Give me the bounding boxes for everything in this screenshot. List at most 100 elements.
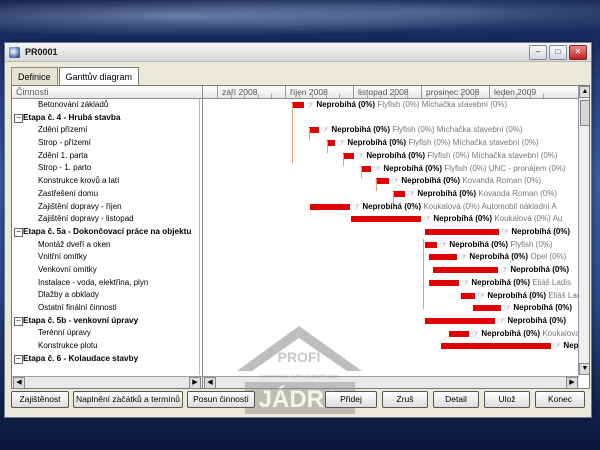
- naplneni-button[interactable]: Naplnění začátků a termínů: [73, 391, 183, 408]
- activity-group-row[interactable]: − Etapa č. 4 - Hrubá stavba: [12, 112, 202, 125]
- maximize-icon[interactable]: □: [549, 45, 567, 60]
- gantt-row[interactable]: ☞ Neprobíhá (0%) Koukalová (0%) Automobi…: [203, 201, 581, 214]
- dependency-line: [327, 141, 328, 153]
- activity-row[interactable]: Zastřešení domu: [12, 188, 202, 201]
- activity-group-row[interactable]: − Etapa č. 5a - Dokončovací práce na obje…: [12, 226, 202, 239]
- activity-row[interactable]: Konstrukce plotu: [12, 340, 202, 353]
- gantt-bar[interactable]: [461, 292, 475, 299]
- activity-row[interactable]: Dlažby a obklady: [12, 289, 202, 302]
- detail-button[interactable]: Detail: [433, 391, 479, 408]
- gantt-bar[interactable]: [292, 102, 304, 108]
- activity-column-header[interactable]: Činnosti: [12, 86, 202, 99]
- gantt-bar[interactable]: [361, 165, 371, 172]
- activity-row[interactable]: Konstrukce krovů a latí: [12, 175, 202, 188]
- gantt-row[interactable]: ☞ Neprobíhá (0%) Koukalová (0%) Au: [203, 213, 581, 226]
- gantt-horizontal-scrollbar[interactable]: ◀ ▶: [203, 376, 579, 388]
- timeline-header: září 2008 říjen 2008 listopad 2008 prosinec…: [203, 86, 589, 99]
- gantt-bar[interactable]: [327, 140, 335, 147]
- gantt-row[interactable]: ☞ Neprobíhá (0%) Eliáš Ladis: [203, 277, 581, 290]
- tab-definice[interactable]: Definice: [11, 67, 58, 86]
- gantt-row[interactable]: ☞ Neprobíhá (0%) Flyfish (0%): [203, 239, 581, 252]
- activity-row[interactable]: Ostatní finální činnosti: [12, 302, 202, 315]
- gantt-bar[interactable]: [351, 216, 421, 223]
- gantt-scroll-right-icon[interactable]: ▶: [566, 377, 578, 388]
- gantt-row[interactable]: ☞ Neprobíhá (0%): [203, 315, 581, 328]
- dependency-line: [292, 103, 293, 163]
- activity-row[interactable]: Montáž dveří a oken: [12, 239, 202, 252]
- minimize-icon[interactable]: –: [529, 45, 547, 60]
- gantt-row[interactable]: [203, 112, 581, 125]
- collapse-icon[interactable]: −: [14, 227, 23, 237]
- list-horizontal-scrollbar[interactable]: ◀ ▶: [12, 376, 202, 389]
- activity-row[interactable]: Zajištění dopravy - listopad: [12, 213, 202, 226]
- gantt-row[interactable]: ☞ Neprobíhá (0%) Kovanda Roman (0%): [203, 175, 581, 188]
- activity-row[interactable]: Betonování základů: [12, 99, 202, 112]
- activity-row[interactable]: Strop - přízemí: [12, 137, 202, 150]
- gantt-row[interactable]: ☞ Neprobíhá (0%) Flyfish (0%) Míchačka s…: [203, 137, 581, 150]
- scroll-down-icon[interactable]: ▼: [579, 363, 589, 375]
- gantt-row[interactable]: ☞ Neprobíhá (0%): [203, 264, 581, 277]
- activity-list: Činnosti Betonování základů − Etapa č. 4 -…: [12, 86, 203, 389]
- activity-label: Konstrukce plotu: [38, 341, 98, 351]
- activity-row[interactable]: Zdění přízemí: [12, 124, 202, 137]
- dependency-line: [393, 192, 394, 204]
- gantt-bar[interactable]: [433, 267, 498, 274]
- gantt-row[interactable]: ☞ Neprobíhá (0%) Koukalova: [203, 328, 581, 341]
- zajistenost-button[interactable]: Zajištěnost: [11, 391, 69, 408]
- gantt-bar[interactable]: [429, 279, 459, 286]
- collapse-icon[interactable]: −: [14, 316, 23, 326]
- activity-row[interactable]: Zajištění dopravy - říjen: [12, 201, 202, 214]
- close-icon[interactable]: ✕: [569, 45, 587, 60]
- activity-row[interactable]: Strop - 1. parto: [12, 162, 202, 175]
- activity-row[interactable]: Instalace - voda, elektřina, plyn: [12, 277, 202, 290]
- gantt-vertical-scrollbar[interactable]: ▲ ▼: [578, 86, 589, 375]
- pridej-button[interactable]: Přidej: [325, 391, 377, 408]
- activity-group-row[interactable]: − Etapa č. 5b - venkovní úpravy: [12, 315, 202, 328]
- konec-button[interactable]: Konec: [535, 391, 585, 408]
- gantt-bar[interactable]: [393, 190, 405, 197]
- gantt-row[interactable]: ☞ Neprobíhá (0%): [203, 226, 581, 239]
- gantt-row[interactable]: ☞ Neprobíhá (0%) Opel (0%): [203, 251, 581, 264]
- activity-group-row[interactable]: − Etapa č. 6 - Kolaudace stavby: [12, 353, 202, 366]
- gantt-row[interactable]: ☞ Neprobíhá (0%) Flyfish (0%) Míchačka s…: [203, 124, 581, 137]
- gantt-row[interactable]: ☞ Neprobíhá (0%) Flyfish (0%) UNC - pron…: [203, 163, 581, 176]
- gantt-row[interactable]: ☞ Neprobíhá (0%): [203, 340, 581, 353]
- gantt-bar[interactable]: [425, 241, 437, 248]
- gantt-bar[interactable]: [449, 330, 469, 337]
- gantt-row[interactable]: ☞ Neprobíhá (0%) Kovanda Roman (0%): [203, 188, 581, 201]
- action-bar: Zajištěnost Naplnění začátků a termínů P…: [11, 391, 588, 411]
- activity-label: Etapa č. 5b - venkovní úpravy: [23, 315, 139, 325]
- dependency-line: [376, 179, 377, 191]
- gantt-row[interactable]: ☞ Neprobíhá (0%) Flyfish (0%) Míchačka s…: [203, 150, 581, 163]
- gantt-bar[interactable]: [473, 305, 501, 312]
- gantt-bar[interactable]: [425, 229, 499, 235]
- activity-row[interactable]: Vnitřní omítky: [12, 251, 202, 264]
- activity-row[interactable]: Terénní úpravy: [12, 327, 202, 340]
- gantt-scroll-left-icon[interactable]: ◀: [204, 377, 216, 388]
- dependency-line: [423, 239, 424, 309]
- scroll-left-icon[interactable]: ◀: [13, 377, 25, 389]
- gantt-bar[interactable]: [441, 343, 551, 350]
- activity-row[interactable]: Venkovní omítky: [12, 264, 202, 277]
- title-bar[interactable]: PR0001 – □ ✕: [5, 43, 591, 62]
- gantt-bar[interactable]: [343, 152, 354, 159]
- task-status: Neprobíhá (0%): [481, 328, 541, 338]
- posun-button[interactable]: Posun činností: [187, 391, 255, 408]
- activity-row[interactable]: Zdění 1. parta: [12, 150, 202, 163]
- zrus-button[interactable]: Zruš: [382, 391, 428, 408]
- scroll-right-icon[interactable]: ▶: [189, 377, 201, 389]
- gantt-row[interactable]: ☞ Neprobíhá (0%): [203, 302, 581, 315]
- scroll-up-icon[interactable]: ▲: [579, 86, 589, 98]
- gantt-bar[interactable]: [376, 178, 389, 185]
- collapse-icon[interactable]: −: [14, 113, 23, 123]
- gantt-bar[interactable]: [425, 317, 495, 324]
- gantt-bar[interactable]: [310, 203, 350, 210]
- task-status: Neprobíhá (0%): [366, 150, 426, 160]
- gantt-bar[interactable]: [429, 254, 457, 261]
- scroll-thumb[interactable]: [580, 100, 589, 126]
- collapse-icon[interactable]: −: [14, 354, 23, 364]
- gantt-bar[interactable]: [309, 127, 319, 134]
- uloz-button[interactable]: Ulož: [484, 391, 530, 408]
- gantt-row[interactable]: ☞ Neprobíhá (0%) Eliáš Lac: [203, 290, 581, 303]
- gantt-row[interactable]: ☞ Neprobíhá (0%) Flyfish (0%) Michačka s…: [203, 99, 581, 112]
